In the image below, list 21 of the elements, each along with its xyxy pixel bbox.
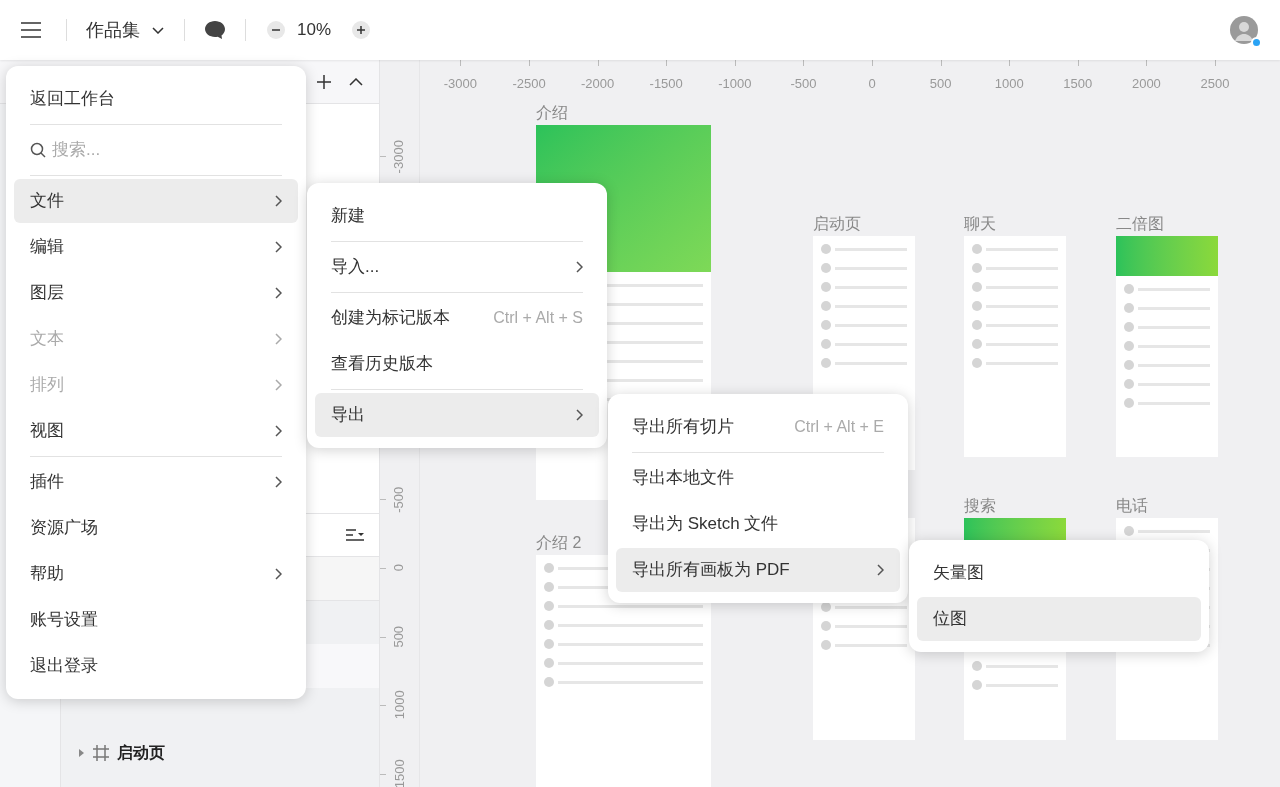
ruler-label: -2000	[580, 75, 615, 93]
ruler-label: 1500	[1063, 75, 1093, 93]
ruler-label: -2500	[512, 75, 546, 93]
keyboard-shortcut: Ctrl + Alt + E	[794, 417, 884, 437]
ruler-label: 0	[868, 75, 876, 93]
keyboard-shortcut: Ctrl + Alt + S	[493, 308, 583, 328]
ruler-label: -500	[790, 75, 817, 93]
ruler-label: -1500	[649, 75, 683, 93]
ruler-label: 0	[392, 563, 406, 574]
ruler-label: -3000	[443, 75, 477, 93]
ruler-label: 500	[929, 75, 952, 93]
ruler-label: -1000	[718, 75, 752, 93]
ruler-label: -500	[392, 485, 406, 515]
ruler-label: 2000	[1131, 75, 1161, 93]
ruler-label: 500	[392, 624, 406, 650]
ruler-label: 1500	[392, 758, 406, 787]
ruler-label: -3000	[392, 138, 406, 175]
ruler-label: 1000	[994, 75, 1024, 93]
zoom-level: 10%	[297, 19, 332, 42]
ruler-label: 2500	[1200, 75, 1230, 93]
ruler-label: 1000	[392, 689, 406, 722]
